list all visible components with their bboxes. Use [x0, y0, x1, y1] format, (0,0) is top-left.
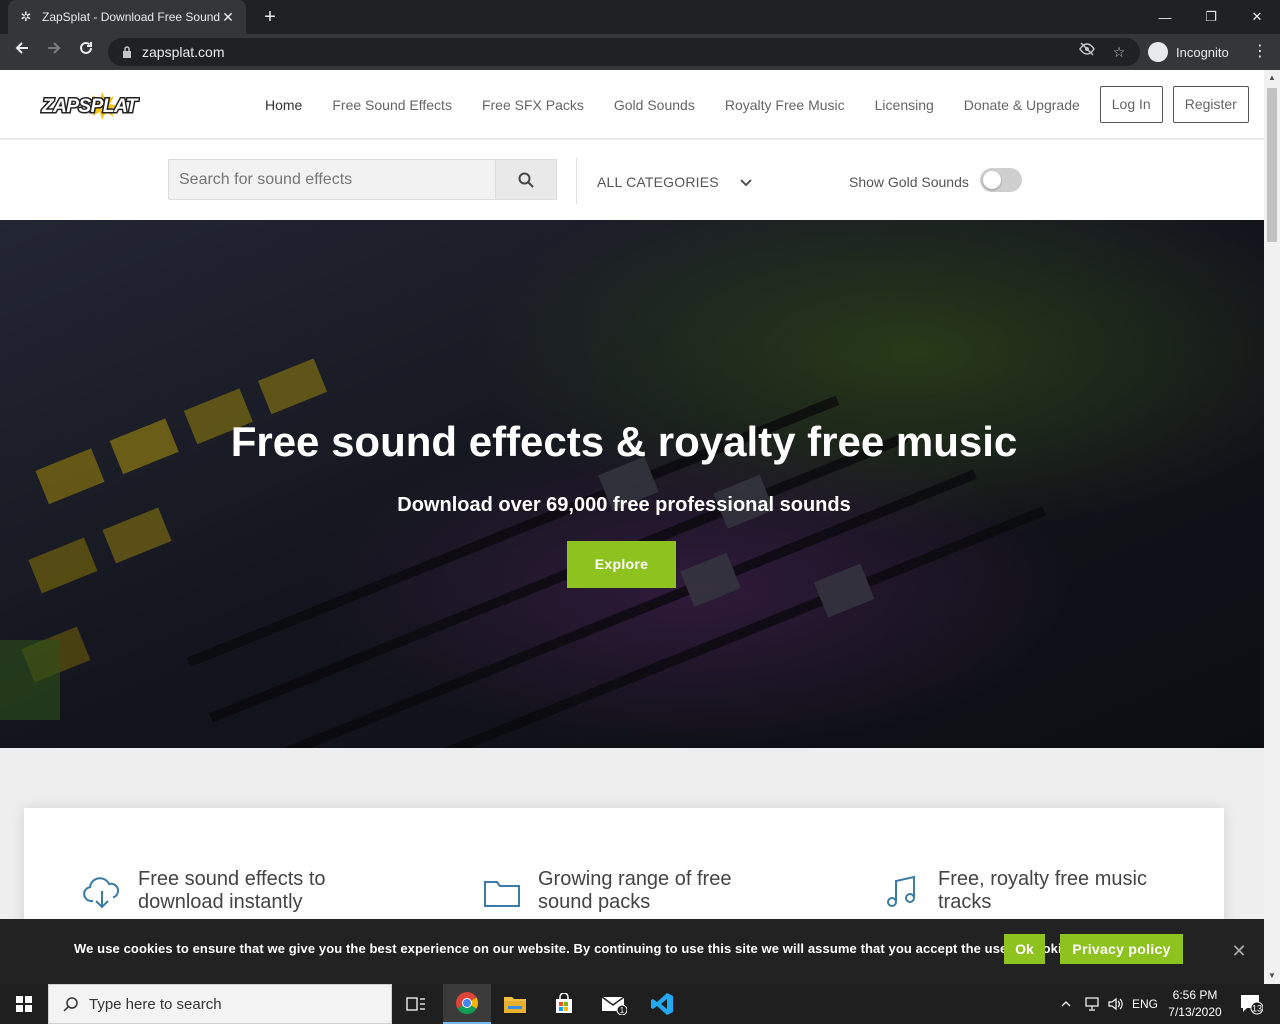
privacy-policy-button[interactable]: Privacy policy: [1060, 934, 1183, 964]
taskbar-clock[interactable]: 6:56 PM 7/13/2020: [1162, 987, 1228, 1021]
chrome-taskbar-button[interactable]: [443, 984, 491, 1024]
search-icon: [518, 172, 534, 188]
categories-dropdown[interactable]: ALL CATEGORIES: [597, 174, 719, 190]
nav-free-sfx-packs[interactable]: Free SFX Packs: [467, 97, 599, 113]
hero-banner: Free sound effects & royalty free music …: [0, 220, 1264, 748]
site-header: ZAPSPLAT Home Free Sound Effects Free SF…: [0, 70, 1264, 139]
clock-date: 7/13/2020: [1168, 1005, 1222, 1019]
chevron-down-icon[interactable]: [738, 174, 754, 190]
nav-gold-sounds[interactable]: Gold Sounds: [599, 97, 710, 113]
hero-title: Free sound effects & royalty free music: [230, 418, 1018, 465]
window-restore-button[interactable]: ❐: [1188, 0, 1234, 34]
main-nav: Home Free Sound Effects Free SFX Packs G…: [250, 86, 1249, 123]
mixing-console-background-image: [0, 220, 1264, 748]
sound-search-input[interactable]: [168, 159, 496, 200]
incognito-icon: [1148, 42, 1168, 62]
browser-tab-bar: ✲ ZapSplat - Download Free Sound ✕ + — ❐…: [0, 0, 1280, 34]
task-view-button[interactable]: [392, 984, 440, 1024]
window-minimize-button[interactable]: —: [1142, 0, 1188, 34]
store-button[interactable]: [540, 984, 588, 1024]
notifications-icon: 13: [1241, 995, 1263, 1015]
notification-count: 13: [1252, 1004, 1262, 1014]
incognito-label: Incognito: [1176, 44, 1229, 60]
feature-text: Free, royalty free music tracks: [938, 868, 1147, 913]
incognito-indicator[interactable]: Incognito: [1146, 40, 1235, 64]
mail-icon: 1: [601, 996, 627, 1015]
language-indicator[interactable]: ENG: [1130, 984, 1160, 1024]
start-button[interactable]: [0, 984, 48, 1024]
show-hidden-icons[interactable]: [1058, 984, 1074, 1024]
search-divider: [576, 158, 577, 204]
bookmark-star-icon[interactable]: ☆: [1108, 41, 1130, 63]
eye-off-icon[interactable]: [1076, 41, 1098, 63]
network-icon[interactable]: [1082, 984, 1102, 1024]
gold-sounds-label: Show Gold Sounds: [849, 174, 969, 190]
gold-sounds-toggle[interactable]: [980, 168, 1022, 192]
scrollbar-thumb[interactable]: [1267, 88, 1277, 242]
nav-home[interactable]: Home: [250, 97, 317, 113]
music-note-icon: [887, 875, 915, 907]
login-button[interactable]: Log In: [1099, 86, 1163, 123]
task-view-icon: [406, 997, 425, 1011]
explore-button[interactable]: Explore: [567, 541, 676, 588]
cookie-banner: We use cookies to ensure that we give yo…: [0, 919, 1264, 984]
mail-button[interactable]: 1: [590, 984, 638, 1024]
address-bar[interactable]: zapsplat.com ☆: [108, 38, 1140, 66]
clock-time: 6:56 PM: [1172, 988, 1218, 1002]
window-close-button[interactable]: ✕: [1234, 0, 1280, 34]
hero-subtitle: Download over 69,000 free professional s…: [397, 494, 851, 516]
browser-menu-icon[interactable]: ⋮: [1250, 40, 1270, 64]
reload-icon[interactable]: [74, 40, 98, 64]
nav-licensing[interactable]: Licensing: [860, 97, 949, 113]
vscode-button[interactable]: [638, 984, 686, 1024]
svg-text:ZAPSPLAT: ZAPSPLAT: [41, 96, 139, 117]
chrome-icon: [456, 992, 478, 1014]
search-button[interactable]: [495, 159, 557, 200]
taskbar-search-text: Type here to search: [89, 995, 222, 1013]
feature-item: Growing range of free sound packs: [482, 868, 758, 914]
tab-close-icon[interactable]: ✕: [220, 9, 236, 26]
feature-text: Growing range of free sound packs: [538, 868, 732, 913]
lock-icon[interactable]: [120, 45, 134, 59]
file-explorer-button[interactable]: [491, 984, 539, 1024]
cookie-message: We use cookies to ensure that we give yo…: [74, 941, 1081, 956]
feature-text: Free sound effects to download instantly: [138, 868, 326, 913]
search-bar: ALL CATEGORIES Show Gold Sounds: [0, 140, 1264, 220]
cookie-close-icon[interactable]: ✕: [1229, 941, 1249, 961]
chevron-up-icon: [1061, 1001, 1071, 1007]
register-button[interactable]: Register: [1172, 86, 1249, 123]
mail-badge: 1: [620, 1006, 625, 1015]
folder-icon: [504, 997, 526, 1013]
browser-tab[interactable]: ✲ ZapSplat - Download Free Sound ✕: [8, 0, 246, 34]
browser-toolbar: zapsplat.com ☆ Incognito ⋮: [0, 34, 1280, 70]
nav-royalty-free-music[interactable]: Royalty Free Music: [710, 97, 860, 113]
action-center-button[interactable]: 13: [1236, 984, 1266, 1024]
back-icon[interactable]: [10, 40, 34, 64]
scroll-down-icon[interactable]: ▼: [1264, 968, 1280, 984]
vscode-icon: [651, 993, 673, 1015]
windows-taskbar: Type here to search 1 ENG 6:56 PM 7/13/2…: [0, 984, 1280, 1024]
windows-logo-icon: [16, 996, 32, 1012]
zapsplat-logo[interactable]: ZAPSPLAT: [40, 90, 141, 122]
taskbar-search-box[interactable]: Type here to search: [48, 984, 392, 1024]
page-viewport: ZAPSPLAT Home Free Sound Effects Free SF…: [0, 70, 1264, 984]
tab-title: ZapSplat - Download Free Sound: [42, 10, 220, 24]
nav-donate-upgrade[interactable]: Donate & Upgrade: [949, 97, 1095, 113]
url-text[interactable]: zapsplat.com: [142, 44, 1076, 60]
feature-item: Free sound effects to download instantly: [82, 868, 358, 914]
feature-item: Free, royalty free music tracks: [882, 868, 1158, 914]
new-tab-button[interactable]: +: [258, 5, 282, 29]
forward-icon[interactable]: [42, 40, 66, 64]
zapsplat-favicon-icon: ✲: [20, 9, 32, 24]
search-icon: [63, 997, 78, 1012]
cookie-ok-button[interactable]: Ok: [1004, 934, 1045, 964]
toggle-knob: [983, 171, 1001, 189]
cloud-download-icon: [83, 877, 119, 909]
volume-icon[interactable]: [1106, 984, 1126, 1024]
page-scrollbar[interactable]: ▲ ▼: [1264, 70, 1280, 984]
scroll-up-icon[interactable]: ▲: [1264, 70, 1280, 86]
store-icon: [556, 993, 572, 1013]
folder-icon: [484, 881, 520, 907]
nav-free-sound-effects[interactable]: Free Sound Effects: [317, 97, 467, 113]
